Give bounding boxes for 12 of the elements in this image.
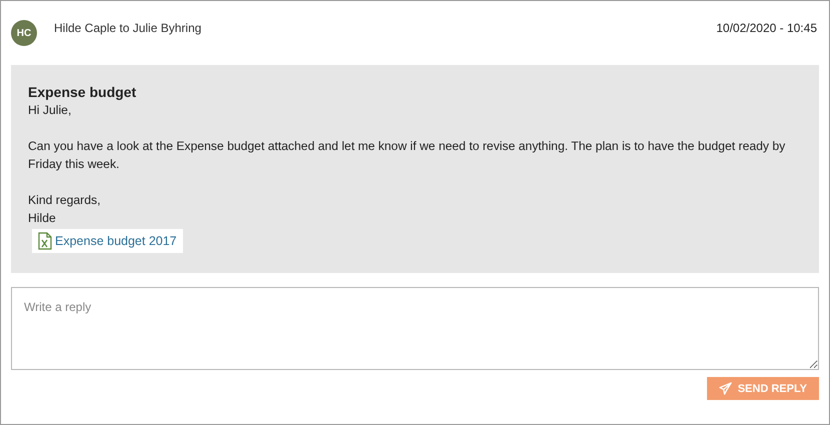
avatar: HC <box>11 20 37 46</box>
message-text: Hi Julie, <box>28 102 72 119</box>
sender-recipient: Hilde Caple to Julie Byhring <box>54 21 202 35</box>
timestamp: 10/02/2020 - 10:45 <box>716 21 817 35</box>
send-icon <box>718 382 732 395</box>
message-subject: Expense budget <box>28 83 138 101</box>
spreadsheet-file-icon <box>38 232 52 250</box>
message-text: Kind regards, <box>28 192 102 209</box>
message-text: Can you have a look at the Expense budget attached and let me know if we need to revise anything. The plan is to have the budget ready by Friday this week. <box>28 138 786 173</box>
attachment-link[interactable]: Expense budget 2017 <box>32 229 183 253</box>
message-text: Hilde <box>28 210 57 227</box>
reply-field[interactable]: Write a reply <box>11 287 819 370</box>
